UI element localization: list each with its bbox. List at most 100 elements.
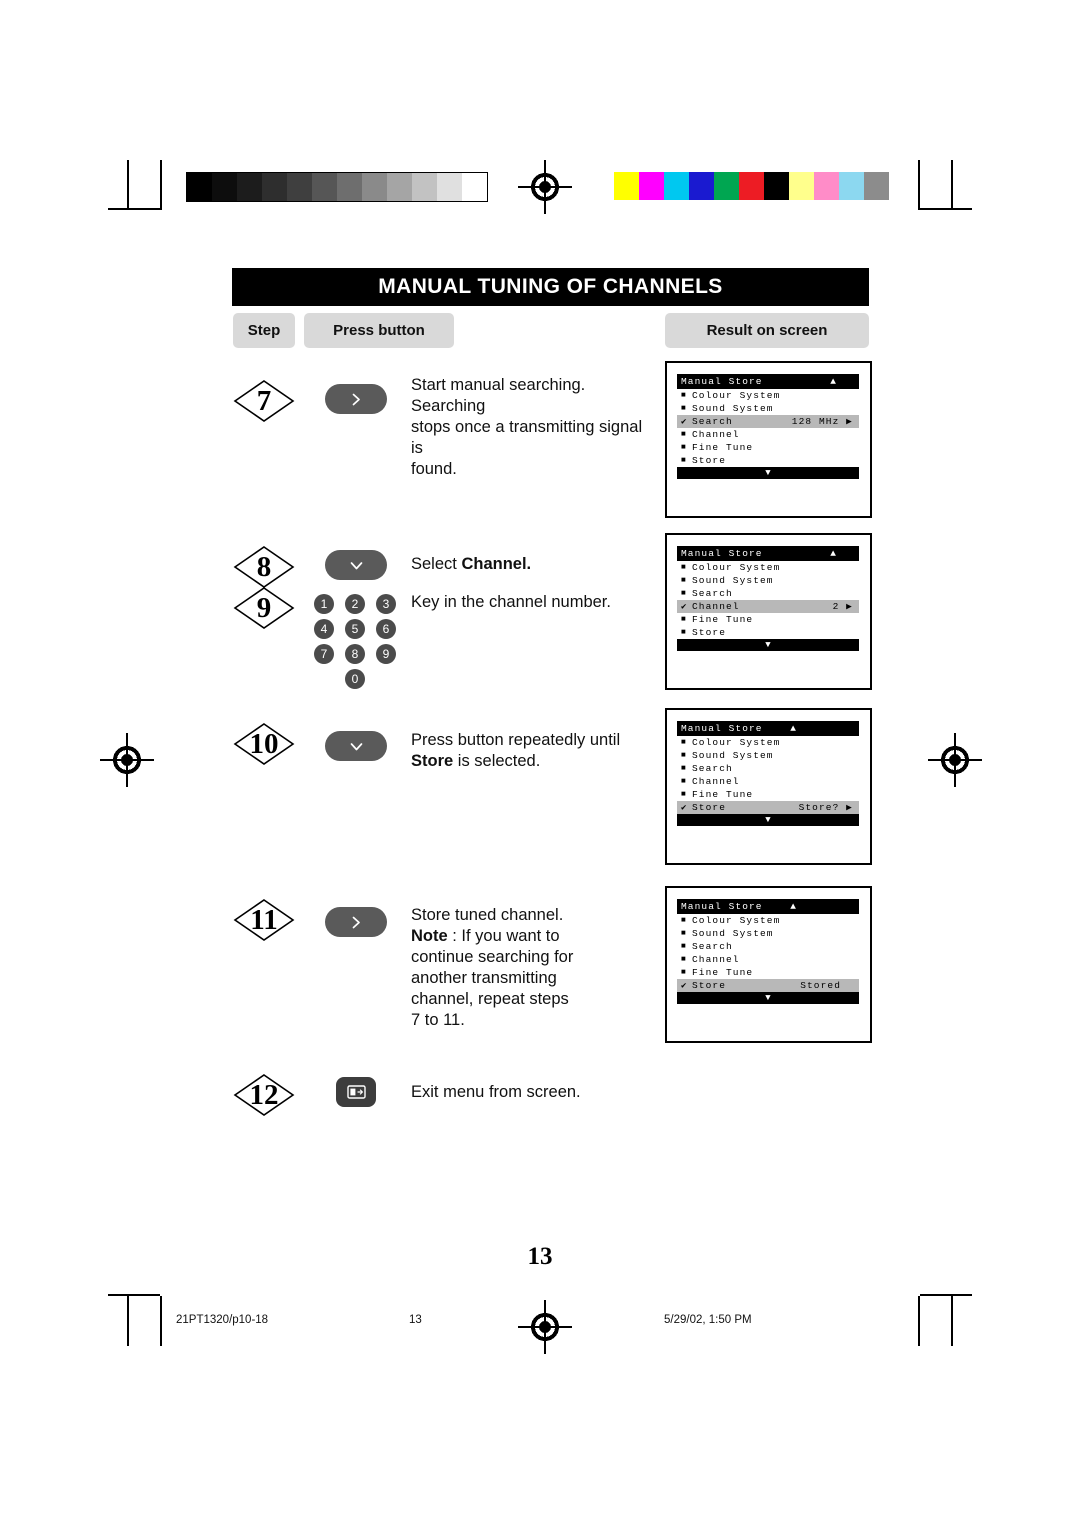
osd-row-label: Search <box>692 588 733 599</box>
keypad-key-9[interactable]: 9 <box>376 644 396 664</box>
color-swatch <box>814 172 839 200</box>
osd-row: ■ Channel <box>677 953 859 966</box>
keypad-key-0[interactable]: 0 <box>345 669 365 689</box>
osd-down-arrow-icon: ▼ <box>765 468 771 478</box>
bullet-icon: ■ <box>681 576 687 585</box>
step12-line1: Exit menu from screen. <box>411 1083 581 1101</box>
button-down-arrow-step8[interactable] <box>325 550 387 580</box>
color-swatch <box>614 172 639 200</box>
step-number: 7 <box>256 384 272 417</box>
osd-row: ■ Fine Tune <box>677 788 859 801</box>
osd-row-label: Sound System <box>692 750 774 761</box>
osd-row-label: Colour System <box>692 390 781 401</box>
bullet-icon: ■ <box>681 563 687 572</box>
gray-swatch <box>287 173 312 201</box>
step8-bold: Channel. <box>461 555 532 573</box>
keypad-key-7[interactable]: 7 <box>314 644 334 664</box>
keypad-key-5[interactable]: 5 <box>345 619 365 639</box>
crop-mark-tr-v <box>918 160 920 210</box>
bullet-icon: ■ <box>681 968 687 977</box>
gray-swatch <box>237 173 262 201</box>
osd-body: Manual Store ▲ ■ Colour System ■ Sound Sys… <box>677 374 859 479</box>
gray-swatch <box>462 173 487 201</box>
bullet-icon: ■ <box>681 628 687 637</box>
osd-row: ■ Colour System <box>677 389 859 402</box>
osd-row-label: Colour System <box>692 737 781 748</box>
gray-swatch <box>412 173 437 201</box>
header-press-button: Press button <box>304 313 454 348</box>
osd-row: ■ Sound System <box>677 402 859 415</box>
step-number: 10 <box>249 727 279 760</box>
keypad-key-8[interactable]: 8 <box>345 644 365 664</box>
crop-mark-bl-v <box>127 1296 129 1346</box>
keypad-key-4[interactable]: 4 <box>314 619 334 639</box>
gray-swatch <box>362 173 387 201</box>
crop-mark-br-v <box>918 1296 920 1346</box>
gray-swatch <box>262 173 287 201</box>
header-result-on-screen: Result on screen <box>665 313 869 348</box>
osd-footer: ▼ <box>677 467 859 479</box>
step7-text: Start manual searching. Searching stops … <box>411 375 655 480</box>
bullet-icon: ■ <box>681 955 687 964</box>
osd-title: Manual Store ▲ <box>677 374 859 389</box>
osd-row: ■ Channel <box>677 775 859 788</box>
keypad-key-6[interactable]: 6 <box>376 619 396 639</box>
step10-text: Press button repeatedly until Store is s… <box>411 730 661 772</box>
osd-title: Manual Store ▲ <box>677 721 859 736</box>
osd-row-label: Colour System <box>692 915 781 926</box>
button-right-arrow-step11[interactable] <box>325 907 387 937</box>
bullet-icon: ■ <box>681 615 687 624</box>
registration-mark-top <box>518 160 572 214</box>
chevron-right-icon <box>352 393 360 405</box>
osd-row-label: Store <box>692 980 727 991</box>
footer-timestamp: 5/29/02, 1:50 PM <box>664 1314 752 1326</box>
crop-mark-br2-v <box>951 1296 953 1346</box>
page-title: MANUAL TUNING OF CHANNELS <box>232 268 869 306</box>
bullet-icon: ■ <box>681 790 687 799</box>
bullet-icon: ■ <box>681 929 687 938</box>
osd-title-text: Manual Store <box>681 901 763 912</box>
gray-swatch <box>312 173 337 201</box>
chevron-right-icon <box>352 916 360 928</box>
step7-line2: stops once a transmitting signal is <box>411 418 643 457</box>
osd-row-value: Store? ▶ <box>798 802 853 813</box>
page-title-text: MANUAL TUNING OF CHANNELS <box>378 275 723 298</box>
button-menu-exit-step12[interactable] <box>336 1077 376 1107</box>
check-icon: ✔ <box>681 802 688 813</box>
keypad-key-2[interactable]: 2 <box>345 594 365 614</box>
crop-mark-bl-h <box>108 1294 160 1296</box>
bullet-icon: ■ <box>681 738 687 747</box>
color-swatch <box>739 172 764 200</box>
color-swatch <box>764 172 789 200</box>
check-icon: ✔ <box>681 601 688 612</box>
step11-line4: another transmitting <box>411 969 557 987</box>
manual-page: MANUAL TUNING OF CHANNELS Step Press but… <box>0 0 1080 1528</box>
footer-file: 21PT1320/p10-18 <box>176 1314 269 1326</box>
keypad-key-1[interactable]: 1 <box>314 594 334 614</box>
crop-mark-tl-h <box>108 208 160 210</box>
osd-row: ■ Search <box>677 762 859 775</box>
osd-row-label: Fine Tune <box>692 442 754 453</box>
osd-screen-step11: Manual Store ▲ ■ Colour System ■ Sound Sys… <box>665 886 872 1043</box>
osd-up-arrow-icon: ▲ <box>790 901 797 912</box>
osd-screen-step10: Manual Store ▲ ■ Colour System ■ Sound Sys… <box>665 708 872 865</box>
registration-mark-left <box>100 733 154 787</box>
button-right-arrow-step7[interactable] <box>325 384 387 414</box>
button-down-arrow-step10[interactable] <box>325 731 387 761</box>
osd-row: ■ Sound System <box>677 927 859 940</box>
bullet-icon: ■ <box>681 589 687 598</box>
osd-row: ■ Sound System <box>677 749 859 762</box>
step8-line1: Select <box>411 555 462 573</box>
numeric-keypad[interactable]: 123 456 7890 <box>314 594 396 694</box>
color-swatch <box>839 172 864 200</box>
osd-row-label: Channel <box>692 601 740 612</box>
osd-row: ■ Fine Tune <box>677 441 859 454</box>
osd-row-label: Fine Tune <box>692 967 754 978</box>
crop-mark-tl-v <box>127 160 129 210</box>
osd-row-label: Fine Tune <box>692 789 754 800</box>
crop-mark-bl2-v <box>160 1296 162 1346</box>
keypad-key-3[interactable]: 3 <box>376 594 396 614</box>
osd-row-label: Store <box>692 802 727 813</box>
step-number: 8 <box>256 550 272 583</box>
osd-footer: ▼ <box>677 992 859 1004</box>
